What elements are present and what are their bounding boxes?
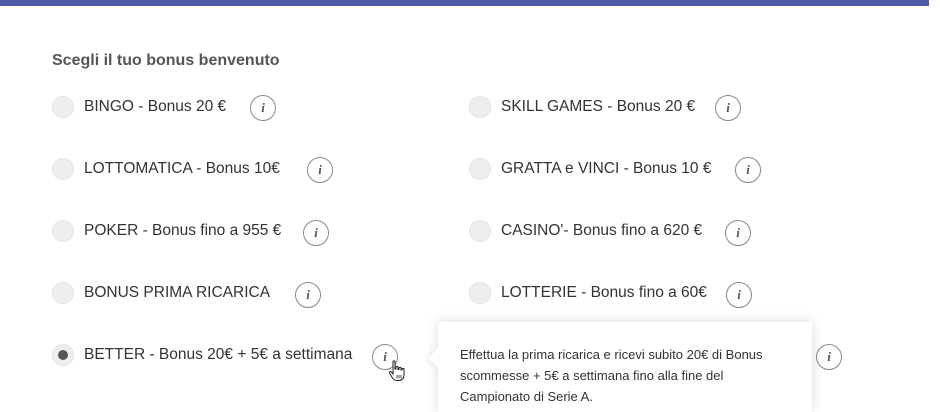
radio-skill-games[interactable] xyxy=(469,96,491,118)
option-label: CASINO'- Bonus fino a 620 € xyxy=(501,222,703,239)
info-icon[interactable]: i xyxy=(295,282,321,308)
option-lottomatica[interactable]: LOTTOMATICA - Bonus 10€ xyxy=(52,154,280,184)
radio-bingo[interactable] xyxy=(52,96,74,118)
radio-lottomatica[interactable] xyxy=(52,158,74,180)
option-casino[interactable]: CASINO'- Bonus fino a 620 € xyxy=(469,216,702,246)
info-icon[interactable]: i xyxy=(307,157,333,183)
info-icon[interactable]: i xyxy=(250,95,276,121)
option-poker[interactable]: POKER - Bonus fino a 955 € xyxy=(52,216,281,246)
option-label: LOTTERIE - Bonus fino a 60€ xyxy=(501,284,707,301)
option-label: BINGO - Bonus 20 € xyxy=(84,98,227,115)
option-bingo[interactable]: BINGO - Bonus 20 € xyxy=(52,92,226,122)
radio-lotterie[interactable] xyxy=(469,282,491,304)
option-better[interactable]: BETTER - Bonus 20€ + 5€ a settimana xyxy=(52,340,352,370)
option-label: BONUS PRIMA RICARICA xyxy=(84,284,271,301)
info-icon[interactable]: i xyxy=(816,344,842,370)
radio-better[interactable] xyxy=(52,344,74,366)
info-tooltip: Effettua la prima ricarica e ricevi subi… xyxy=(438,322,812,412)
top-accent-bar xyxy=(0,0,929,6)
info-icon[interactable]: i xyxy=(725,220,751,246)
option-label: GRATTA e VINCI - Bonus 10 € xyxy=(501,160,712,177)
info-icon[interactable]: i xyxy=(715,95,741,121)
option-label: BETTER - Bonus 20€ + 5€ a settimana xyxy=(84,346,353,363)
option-label: LOTTOMATICA - Bonus 10€ xyxy=(84,160,280,177)
section-heading: Scegli il tuo bonus benvenuto xyxy=(52,52,280,69)
tooltip-text: Effettua la prima ricarica e ricevi subi… xyxy=(460,347,763,404)
option-bonus-prima-ricarica[interactable]: BONUS PRIMA RICARICA xyxy=(52,278,270,308)
option-lotterie[interactable]: LOTTERIE - Bonus fino a 60€ xyxy=(469,278,707,308)
option-gratta-e-vinci[interactable]: GRATTA e VINCI - Bonus 10 € xyxy=(469,154,711,184)
radio-casino[interactable] xyxy=(469,220,491,242)
info-icon[interactable]: i xyxy=(726,282,752,308)
info-icon[interactable]: i xyxy=(303,220,329,246)
hand-cursor-icon xyxy=(388,360,405,381)
option-label: POKER - Bonus fino a 955 € xyxy=(84,222,282,239)
radio-gratta-e-vinci[interactable] xyxy=(469,158,491,180)
info-icon[interactable]: i xyxy=(735,157,761,183)
option-skill-games[interactable]: SKILL GAMES - Bonus 20 € xyxy=(469,92,695,122)
option-label: SKILL GAMES - Bonus 20 € xyxy=(501,98,696,115)
radio-poker[interactable] xyxy=(52,220,74,242)
radio-bonus-prima-ricarica[interactable] xyxy=(52,282,74,304)
